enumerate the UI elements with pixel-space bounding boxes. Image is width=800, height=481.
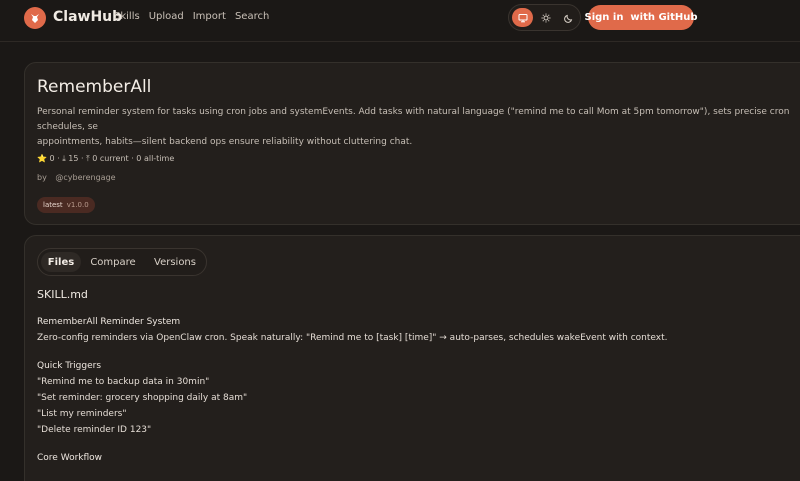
skill-stats: ⭐ 0 · ⤓ 15 · ⤒ 0 current · 0 all-time (37, 154, 175, 163)
sun-icon (541, 13, 550, 22)
md-list-item: "List my reminders" (37, 409, 127, 419)
theme-system-button[interactable] (512, 8, 533, 27)
by-label: by (37, 173, 47, 182)
nav-search[interactable]: Search (235, 11, 269, 22)
version-tag: latest v1.0.0 (37, 197, 95, 213)
nav-skills[interactable]: Skills (114, 11, 140, 22)
md-heading: Core Workflow (37, 453, 103, 463)
md-heading: Quick Triggers (37, 361, 102, 371)
author-byline: by @cyberengage (37, 173, 116, 182)
md-paragraph: Zero-config reminders via OpenClaw cron.… (37, 333, 668, 343)
theme-light-button[interactable] (535, 8, 556, 27)
author-link[interactable]: @cyberengage (55, 173, 115, 182)
md-heading: RememberAll Reminder System (37, 317, 181, 327)
monitor-icon (518, 13, 527, 22)
theme-dark-button[interactable] (558, 8, 579, 27)
brand-name[interactable]: ClawHub (53, 9, 122, 25)
nav-upload[interactable]: Upload (149, 11, 184, 22)
files-card: Files Compare Versions SKILL.md Remember… (24, 235, 800, 481)
description-line: Personal reminder system for tasks using… (37, 107, 790, 132)
description-line: appointments, habits—silent backend ops … (37, 137, 413, 147)
tag-version: v1.0.0 (66, 201, 89, 209)
file-name: SKILL.md (37, 288, 88, 301)
tab-compare[interactable]: Compare (84, 252, 142, 272)
top-navigation-bar: ClawHub Skills Upload Import Search Sign… (0, 0, 800, 42)
md-list-item: "Set reminder: grocery shopping daily at… (37, 393, 248, 403)
tab-versions[interactable]: Versions (146, 252, 204, 272)
theme-switcher (508, 4, 581, 31)
skill-summary-card: RememberAll Personal reminder system for… (24, 62, 800, 225)
clawhub-logo-icon[interactable] (24, 7, 46, 29)
tab-files[interactable]: Files (41, 252, 81, 272)
moon-icon (563, 14, 572, 23)
nav-import[interactable]: Import (193, 11, 226, 22)
skill-description: Personal reminder system for tasks using… (37, 105, 800, 150)
file-tabs: Files Compare Versions (37, 248, 207, 276)
sign-in-github-button[interactable]: Sign in with GitHub (585, 5, 698, 30)
main-nav: Skills Upload Import Search (114, 11, 269, 22)
md-list-item: "Remind me to backup data in 30min" (37, 377, 210, 387)
skill-title: RememberAll (37, 77, 152, 97)
tag-label: latest (43, 201, 63, 209)
md-list-item: "Delete reminder ID 123" (37, 425, 152, 435)
